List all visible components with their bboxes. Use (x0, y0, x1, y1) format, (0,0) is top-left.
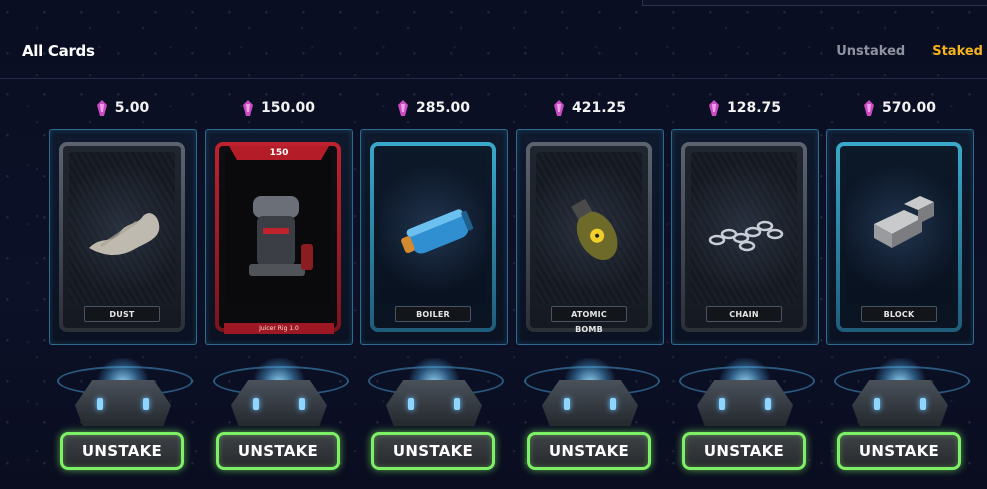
top-panel (642, 0, 987, 6)
pedestal (516, 352, 664, 432)
pedestal-base (542, 380, 638, 426)
juicer-rig-icon (249, 196, 313, 276)
pedestal-light (719, 398, 725, 410)
card-price: 5.00 (49, 100, 197, 116)
card-name: ATOMIC BOMB (551, 306, 627, 334)
pedestal (671, 352, 819, 432)
card-name: BOILER (395, 306, 471, 322)
gem-icon (708, 100, 719, 116)
unstake-button[interactable]: UNSTAKE (682, 432, 806, 470)
gem-icon (863, 100, 874, 116)
card-price-value: 128.75 (726, 100, 782, 116)
tab-bar: Unstaked Staked (836, 44, 983, 59)
gem-icon (96, 100, 107, 116)
card[interactable]: BOILER (360, 129, 508, 345)
card-art-area (691, 152, 797, 304)
tab-unstaked[interactable]: Unstaked (836, 44, 905, 59)
unstake-button[interactable]: UNSTAKE (216, 432, 340, 470)
card-price-value: 570.00 (881, 100, 937, 116)
card[interactable]: ATOMIC BOMB (516, 129, 664, 345)
card[interactable]: CHAIN (671, 129, 819, 345)
pedestal-light (454, 398, 460, 410)
card-art-area (225, 152, 331, 304)
card[interactable]: 150 Juicer Rig 1.0 (205, 129, 353, 345)
card-name: DUST (84, 306, 160, 322)
page-title: All Cards (22, 42, 95, 60)
pedestal-light (408, 398, 414, 410)
card-frame: ATOMIC BOMB (526, 142, 652, 334)
unstake-button[interactable]: UNSTAKE (527, 432, 651, 470)
chain-icon (708, 220, 784, 252)
gem-icon (242, 100, 253, 116)
pedestal-light (765, 398, 771, 410)
card-price: 421.25 (516, 100, 664, 116)
card-price-value: 5.00 (114, 100, 150, 116)
pedestal (205, 352, 353, 432)
gem-icon (397, 100, 408, 116)
card[interactable]: DUST (49, 129, 197, 345)
pedestal (360, 352, 508, 432)
pedestal-light (97, 398, 103, 410)
unstake-button[interactable]: UNSTAKE (60, 432, 184, 470)
card-art-area (846, 152, 952, 304)
card-price: 128.75 (671, 100, 819, 116)
pedestal-light (874, 398, 880, 410)
card-frame (215, 142, 341, 332)
pedestal-light (610, 398, 616, 410)
card-price: 150.00 (205, 100, 353, 116)
card[interactable]: BLOCK (826, 129, 974, 345)
tab-staked[interactable]: Staked (932, 44, 983, 59)
pedestal-light (143, 398, 149, 410)
gem-icon (553, 100, 564, 116)
pedestal-base (75, 380, 171, 426)
pedestal-base (231, 380, 327, 426)
divider (0, 78, 987, 79)
pedestal (49, 352, 197, 432)
card-name: CHAIN (706, 306, 782, 322)
card-name: Juicer Rig 1.0 (224, 323, 334, 334)
card-price-value: 421.25 (571, 100, 627, 116)
dust-icon (89, 213, 160, 255)
card-name: BLOCK (861, 306, 937, 322)
card-frame: CHAIN (681, 142, 807, 332)
pedestal (826, 352, 974, 432)
pedestal-light (253, 398, 259, 410)
pedestal-light (920, 398, 926, 410)
card-art-area (380, 152, 486, 304)
card-art-area (69, 152, 175, 304)
pedestal-base (386, 380, 482, 426)
card-price: 570.00 (826, 100, 974, 116)
card-price: 285.00 (360, 100, 508, 116)
pedestal-light (299, 398, 305, 410)
atomic-bomb-icon (571, 198, 618, 260)
card-price-value: 285.00 (415, 100, 471, 116)
card-frame: BLOCK (836, 142, 962, 332)
block-icon (874, 196, 934, 248)
pedestal-base (697, 380, 793, 426)
level-badge: 150 (229, 146, 329, 160)
card-frame: DUST (59, 142, 185, 332)
card-price-value: 150.00 (260, 100, 316, 116)
pedestal-base (852, 380, 948, 426)
unstake-button[interactable]: UNSTAKE (837, 432, 961, 470)
unstake-button[interactable]: UNSTAKE (371, 432, 495, 470)
card-frame: BOILER (370, 142, 496, 332)
boiler-icon (401, 209, 474, 254)
pedestal-light (564, 398, 570, 410)
card-art-area (536, 152, 642, 304)
